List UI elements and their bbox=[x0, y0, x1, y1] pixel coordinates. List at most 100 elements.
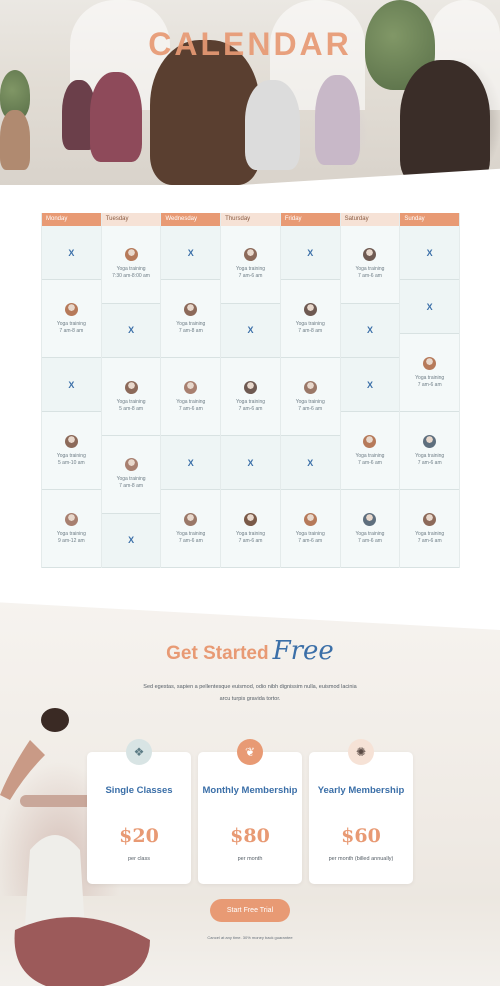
card-title: Monthly Membership bbox=[202, 785, 298, 796]
unavailable-mark: X bbox=[187, 457, 194, 468]
pricing-card-single[interactable]: ❖ Single Classes $20 per class bbox=[87, 739, 191, 884]
class-time: 7 am-6 am bbox=[417, 381, 442, 388]
class-title: Yoga training bbox=[176, 530, 206, 537]
class-slot[interactable]: Yoga training 7 am-6 am bbox=[340, 226, 400, 304]
instructor-avatar bbox=[363, 512, 377, 526]
person-image bbox=[315, 75, 360, 165]
class-title: Yoga training bbox=[56, 452, 86, 459]
class-slot[interactable]: Yoga training 7 am-6 am bbox=[400, 490, 460, 569]
instructor-avatar bbox=[244, 248, 258, 262]
flower-icon: ✺ bbox=[348, 739, 374, 765]
empty-slot[interactable]: X bbox=[101, 303, 161, 359]
class-slot[interactable]: Yoga training 7 am-8 am bbox=[101, 435, 161, 514]
empty-slot[interactable]: X bbox=[280, 435, 340, 491]
unavailable-mark: X bbox=[307, 457, 314, 468]
empty-slot[interactable]: X bbox=[161, 226, 221, 281]
class-title: Yoga training bbox=[116, 476, 146, 483]
instructor-avatar bbox=[184, 302, 198, 316]
class-slot[interactable]: Yoga training 7 am-6 am bbox=[161, 358, 221, 436]
class-time: 7 am-6 am bbox=[417, 537, 442, 544]
class-title: Yoga training bbox=[56, 530, 86, 537]
empty-slot[interactable]: X bbox=[400, 226, 460, 281]
card-title: Yearly Membership bbox=[317, 785, 405, 796]
class-slot[interactable]: Yoga training 5 am-8 am bbox=[101, 358, 161, 436]
class-title: Yoga training bbox=[415, 530, 445, 537]
unavailable-mark: X bbox=[187, 247, 194, 258]
class-slot[interactable]: Yoga training 7 am-8 am bbox=[280, 280, 340, 359]
lotus-icon: ❖ bbox=[126, 739, 152, 765]
empty-slot[interactable]: X bbox=[340, 303, 400, 359]
day-column: Monday X Yoga training 7 am-8 am X Yoga train… bbox=[42, 213, 102, 569]
class-title: Yoga training bbox=[176, 398, 206, 405]
empty-slot[interactable]: X bbox=[42, 226, 101, 281]
day-header: Monday bbox=[42, 213, 101, 226]
class-time: 7 am-6 am bbox=[238, 405, 263, 412]
class-time: 7 am-6 am bbox=[358, 459, 382, 466]
intro-text: Sed egestas, sapien a pellentesque euism… bbox=[143, 684, 357, 702]
instructor-avatar bbox=[124, 458, 138, 472]
instructor-avatar bbox=[423, 512, 437, 526]
empty-slot[interactable]: X bbox=[280, 226, 340, 281]
empty-slot[interactable]: X bbox=[340, 358, 400, 413]
class-time: 5 am-8 am bbox=[119, 405, 144, 412]
class-time: 9 am-12 am bbox=[58, 537, 85, 544]
instructor-avatar bbox=[184, 380, 198, 394]
instructor-avatar bbox=[124, 248, 138, 262]
class-time: 7 am-8 am bbox=[119, 483, 144, 490]
instructor-avatar bbox=[363, 248, 377, 262]
pricing-card-yearly[interactable]: ✺ Yearly Membership $60 per month (bille… bbox=[309, 739, 413, 884]
empty-slot[interactable]: X bbox=[221, 303, 280, 359]
class-title: Yoga training bbox=[355, 530, 385, 537]
class-slot[interactable]: Yoga training 7:30 am-8:00 am bbox=[101, 226, 161, 304]
empty-slot[interactable]: X bbox=[221, 435, 280, 491]
class-slot[interactable]: Yoga training 7 am-6 am bbox=[340, 490, 400, 569]
day-column: Wednesday X Yoga training 7 am-8 am Yoga tra… bbox=[161, 213, 222, 569]
instructor-avatar bbox=[303, 380, 317, 394]
class-time: 7 am-8 am bbox=[178, 327, 203, 334]
class-slot[interactable]: Yoga training 7 am-6 am bbox=[221, 358, 280, 436]
empty-slot[interactable]: X bbox=[101, 513, 161, 569]
person-image bbox=[90, 72, 142, 162]
day-column: Sunday X X Yoga training 7 am-6 am Yoga train… bbox=[400, 213, 461, 569]
day-header: Wednesday bbox=[161, 213, 221, 226]
class-time: 7 am-6 am bbox=[298, 537, 323, 544]
class-title: Yoga training bbox=[295, 398, 325, 405]
class-slot[interactable]: Yoga training 7 am-6 am bbox=[161, 490, 221, 569]
class-slot[interactable]: Yoga training 9 am-12 am bbox=[42, 490, 101, 569]
class-slot[interactable]: Yoga training 7 am-6 am bbox=[400, 412, 460, 491]
class-time: 7 am-6 am bbox=[358, 537, 382, 544]
card-price: $20 bbox=[119, 825, 159, 847]
class-slot[interactable]: Yoga training 7 am-6 am bbox=[280, 358, 340, 436]
class-slot[interactable]: Yoga training 7 am-6 am bbox=[400, 334, 460, 413]
class-slot[interactable]: Yoga training 7 am-6 am bbox=[280, 490, 340, 569]
leaf-icon: ❦ bbox=[237, 739, 263, 765]
class-title: Yoga training bbox=[415, 374, 445, 381]
class-time: 7:30 am-8:00 am bbox=[112, 273, 150, 280]
class-slot[interactable]: Yoga training 7 am-6 am bbox=[340, 412, 400, 491]
instructor-avatar bbox=[303, 512, 317, 526]
page-title: CALENDAR bbox=[148, 26, 352, 62]
class-time: 7 am-8 am bbox=[298, 327, 323, 334]
day-header: Thursday bbox=[221, 213, 280, 226]
day-header: Tuesday bbox=[101, 213, 161, 226]
instructor-avatar bbox=[244, 512, 258, 526]
class-slot[interactable]: Yoga training 7 am-6 am bbox=[221, 226, 280, 304]
class-slot[interactable]: Yoga training 5 am-10 am bbox=[42, 412, 101, 491]
empty-slot[interactable]: X bbox=[42, 358, 101, 413]
day-column: Saturday Yoga training 7 am-6 am X X Yoga tra… bbox=[340, 213, 401, 569]
class-slot[interactable]: Yoga training 7 am-8 am bbox=[42, 280, 101, 359]
get-started-heading: Get Started Free bbox=[0, 636, 500, 666]
empty-slot[interactable]: X bbox=[400, 280, 460, 335]
pricing-card-monthly[interactable]: ❦ Monthly Membership $80 per month bbox=[198, 739, 302, 884]
class-slot[interactable]: Yoga training 7 am-6 am bbox=[221, 490, 280, 569]
unavailable-mark: X bbox=[247, 457, 254, 468]
start-free-trial-button[interactable]: Start Free Trial bbox=[210, 899, 290, 922]
class-title: Yoga training bbox=[236, 398, 266, 405]
class-slot[interactable]: Yoga training 7 am-8 am bbox=[161, 280, 221, 359]
class-title: Yoga training bbox=[56, 320, 86, 327]
instructor-avatar bbox=[244, 380, 258, 394]
empty-slot[interactable]: X bbox=[161, 435, 221, 491]
instructor-avatar bbox=[303, 302, 317, 316]
class-time: 7 am-6 am bbox=[238, 273, 263, 280]
unavailable-mark: X bbox=[307, 247, 314, 258]
